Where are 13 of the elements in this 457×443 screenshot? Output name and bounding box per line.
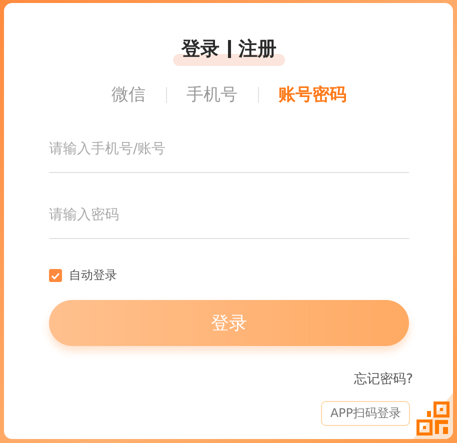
checkbox[interactable] bbox=[49, 269, 62, 282]
qr-tooltip: APP扫码登录 bbox=[321, 401, 410, 426]
auto-login-label: 自动登录 bbox=[69, 267, 117, 284]
input-field[interactable]: 请输入密码 bbox=[49, 192, 409, 239]
login-title[interactable]: 登录 bbox=[182, 36, 220, 62]
login-tab[interactable]: 手机号 bbox=[166, 83, 258, 106]
login-tab[interactable]: 账号密码 bbox=[258, 83, 366, 106]
qr-code-icon[interactable] bbox=[413, 393, 453, 439]
register-title[interactable]: 注册 bbox=[238, 36, 276, 62]
forgot-password-link[interactable]: 忘记密码? bbox=[354, 370, 413, 388]
login-tab[interactable]: 微信 bbox=[92, 83, 166, 106]
input-field[interactable]: 请输入手机号/账号 bbox=[49, 126, 409, 173]
login-button[interactable]: 登录 bbox=[49, 300, 409, 346]
